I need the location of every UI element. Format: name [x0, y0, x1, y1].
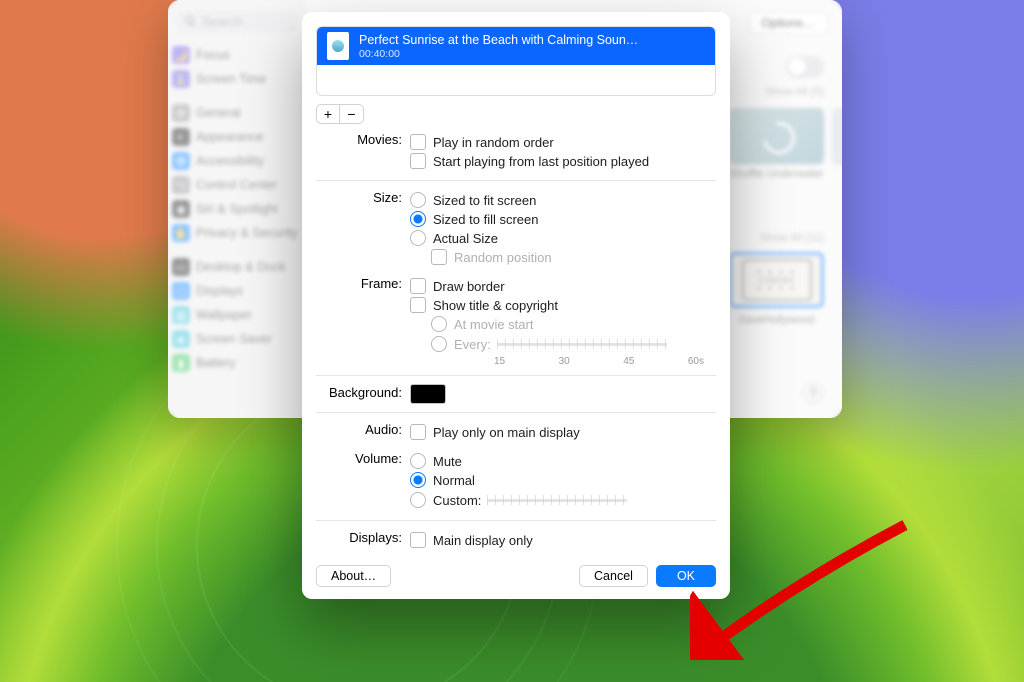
label-size: Size:: [316, 189, 410, 205]
label-volume: Volume:: [316, 450, 410, 466]
checkbox-audio-main[interactable]: [410, 424, 426, 440]
label-audio: Audio:: [316, 421, 410, 437]
checkbox-random-position: [431, 249, 447, 265]
movie-list-row-selected[interactable]: Perfect Sunrise at the Beach with Calmin…: [317, 27, 715, 65]
radio-volume-mute[interactable]: [410, 453, 426, 469]
radio-at-movie-start: [431, 316, 447, 332]
every-interval-slider: [497, 335, 667, 353]
radio-size-fill[interactable]: [410, 211, 426, 227]
label-movies: Movies:: [316, 131, 410, 147]
movie-duration: 00:40:00: [359, 48, 638, 60]
radio-every: [431, 336, 447, 352]
add-movie-button[interactable]: +: [316, 104, 340, 124]
radio-volume-custom[interactable]: [410, 492, 426, 508]
remove-movie-button[interactable]: −: [340, 104, 364, 124]
cancel-button[interactable]: Cancel: [579, 565, 648, 587]
label-displays: Displays:: [316, 529, 410, 545]
slider-tick-labels: 15304560s: [494, 356, 704, 367]
ok-button[interactable]: OK: [656, 565, 716, 587]
checkbox-draw-border[interactable]: [410, 278, 426, 294]
checkbox-random-order[interactable]: [410, 134, 426, 150]
label-frame: Frame:: [316, 275, 410, 291]
checkbox-main-display-only[interactable]: [410, 532, 426, 548]
checkbox-show-title[interactable]: [410, 297, 426, 313]
label-background: Background:: [316, 384, 410, 400]
movie-title: Perfect Sunrise at the Beach with Calmin…: [359, 33, 638, 47]
about-button[interactable]: About…: [316, 565, 391, 587]
movie-list[interactable]: Perfect Sunrise at the Beach with Calmin…: [316, 26, 716, 96]
savehollywood-options-sheet: Perfect Sunrise at the Beach with Calmin…: [302, 12, 730, 599]
movie-file-icon: [327, 32, 349, 60]
background-color-swatch[interactable]: [410, 384, 446, 404]
radio-size-actual[interactable]: [410, 230, 426, 246]
radio-size-fit[interactable]: [410, 192, 426, 208]
radio-volume-normal[interactable]: [410, 472, 426, 488]
checkbox-resume-position[interactable]: [410, 153, 426, 169]
volume-slider[interactable]: [487, 491, 627, 509]
